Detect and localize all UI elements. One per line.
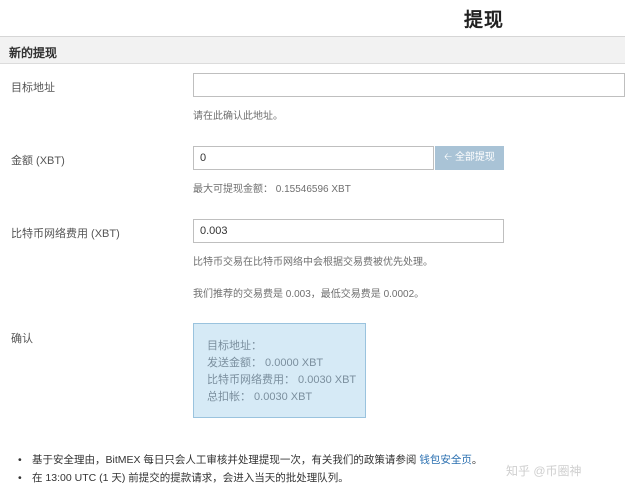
fee-label: 比特币网络费用 (XBT) bbox=[11, 228, 120, 240]
amount-input[interactable] bbox=[193, 146, 434, 170]
bullet-icon: • bbox=[18, 454, 22, 466]
list-item: • 基于安全理由，BitMEX 每日只会人工审核并处理提现一次，有关我们的政策请… bbox=[18, 451, 482, 469]
confirm-summary-box: 目标地址： 发送金额： 0.0000 XBT 比特币网络费用： 0.0030 X… bbox=[193, 323, 366, 418]
wallet-security-link[interactable]: 钱包安全页 bbox=[419, 454, 472, 466]
section-title: 新的提现 bbox=[9, 46, 58, 60]
note-batch-text: 在 13:00 UTC (1 天) 前提交的提款请求，会进入当天的批处理队列。 bbox=[32, 472, 349, 484]
note-security-text: 基于安全理由，BitMEX 每日只会人工审核并处理提现一次，有关我们的政策请参阅 bbox=[32, 454, 417, 466]
fee-hint-priority: 比特币交易在比特币网络中会根据交易费被优先处理。 bbox=[193, 257, 433, 268]
confirm-fee: 比特币网络费用： 0.0030 XBT bbox=[207, 374, 357, 386]
notes-list: • 基于安全理由，BitMEX 每日只会人工审核并处理提现一次，有关我们的政策请… bbox=[18, 451, 482, 487]
page-title: 提现 bbox=[464, 10, 505, 31]
watermark: 知乎 @币圈神 bbox=[506, 464, 582, 478]
address-input[interactable] bbox=[193, 73, 625, 97]
bullet-icon: • bbox=[18, 472, 22, 484]
confirm-total: 总扣帐： 0.0030 XBT bbox=[207, 391, 313, 403]
confirm-label: 确认 bbox=[11, 333, 33, 345]
arrow-left-icon: 🡠 bbox=[444, 152, 453, 163]
section-header: 新的提现 bbox=[0, 37, 625, 64]
top-header: 提现 bbox=[0, 0, 625, 37]
confirm-amount: 发送金额： 0.0000 XBT bbox=[207, 357, 324, 369]
note-security-suffix: 。 bbox=[471, 454, 483, 466]
list-item: • 在 13:00 UTC (1 天) 前提交的提款请求，会进入当天的批处理队列… bbox=[18, 469, 482, 487]
withdraw-all-label: 全部提现 bbox=[454, 152, 495, 163]
confirm-address: 目标地址： bbox=[207, 340, 262, 352]
withdraw-all-button[interactable]: 🡠 全部提现 bbox=[435, 146, 504, 170]
amount-label: 金额 (XBT) bbox=[11, 155, 65, 167]
address-hint: 请在此确认此地址。 bbox=[193, 111, 283, 122]
max-amount-hint: 最大可提现金额： 0.15546596 XBT bbox=[193, 184, 351, 195]
address-label: 目标地址 bbox=[11, 82, 55, 94]
fee-hint-recommended: 我们推荐的交易费是 0.003，最低交易费是 0.0002。 bbox=[193, 289, 425, 300]
fee-input[interactable] bbox=[193, 219, 504, 243]
